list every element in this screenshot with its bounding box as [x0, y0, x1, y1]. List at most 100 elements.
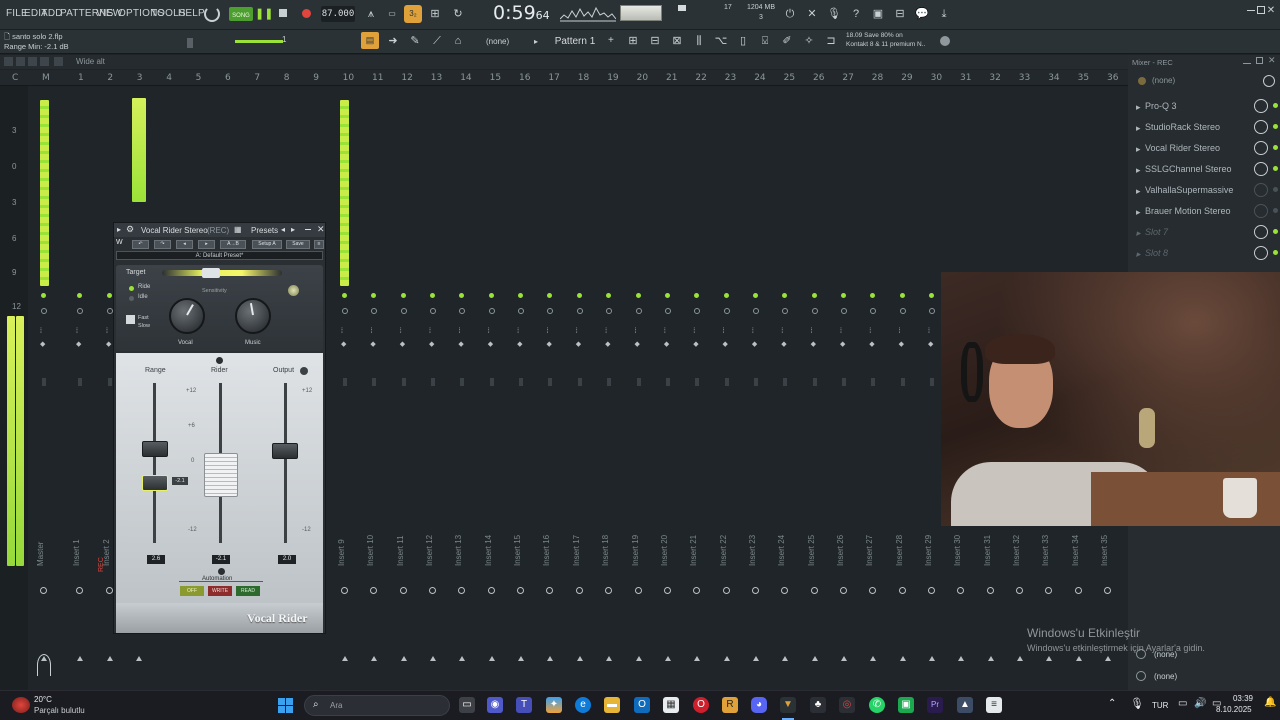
effect-slot-2[interactable]: ▸ StudioRack Stereo [1134, 119, 1278, 139]
plugin-minimize-icon[interactable] [305, 229, 311, 230]
insert-enable-led[interactable] [723, 293, 729, 298]
mixer-insert-strip[interactable]: ⁞ ◆ Insert 25 [801, 86, 829, 690]
fl-studio-icon[interactable]: ▼ [780, 697, 796, 713]
effect-slot-4-mix-knob[interactable] [1254, 162, 1268, 176]
templates-icon[interactable]: ⊟ [891, 5, 909, 23]
add-pattern-icon[interactable]: + [608, 35, 614, 46]
mixer-insert-strip[interactable]: ⁞ ◆ Insert 10 [360, 86, 388, 690]
effect-slot-3[interactable]: ▸ Vocal Rider Stereo [1134, 140, 1278, 160]
download-icon[interactable]: ⤓ [935, 5, 953, 23]
insert-enable-led[interactable] [840, 293, 846, 298]
insert-route-button[interactable] [986, 587, 994, 594]
insert-pan-knob[interactable] [694, 308, 701, 314]
fast-slow-switch[interactable] [126, 315, 135, 324]
effect-slot-8-mix-knob[interactable] [1254, 246, 1268, 260]
tempo-display[interactable]: 87.000 [321, 6, 355, 22]
insert-fader-cap[interactable] [372, 378, 377, 386]
rider-fader-cap[interactable] [204, 453, 238, 497]
vocal-sensitivity-knob[interactable] [169, 298, 205, 334]
insert-volume-icon[interactable]: ◆ [458, 340, 463, 348]
insert-route-button[interactable] [458, 587, 466, 594]
insert-fader-cap[interactable] [636, 378, 641, 386]
outlook-icon[interactable]: O [634, 697, 650, 713]
mixer-insert-strip[interactable]: ⁞ ◆ Insert 22 [713, 86, 741, 690]
insert-stereo-icon[interactable]: ⁞ [635, 328, 637, 335]
metronome-icon[interactable]: ⩚ [362, 5, 380, 23]
insert-fader-cap[interactable] [548, 378, 553, 386]
insert-send-arrow-icon[interactable] [664, 656, 671, 661]
output-value[interactable]: 2.0 [278, 555, 296, 564]
mixer-insert-strip[interactable]: ⁞ ◆ Insert 27 [859, 86, 887, 690]
insert-volume-icon[interactable]: ◆ [546, 340, 551, 348]
tray-mic-icon[interactable]: 🎙 [1130, 697, 1144, 710]
insert-route-button[interactable] [898, 587, 906, 594]
microphone-icon[interactable]: 🎙 [825, 5, 843, 23]
insert-send-arrow-icon[interactable] [77, 656, 83, 661]
insert-route-button[interactable] [605, 587, 613, 594]
chat-icon[interactable]: 💬 [913, 5, 931, 23]
insert-route-button[interactable] [693, 587, 701, 594]
insert-pan-knob[interactable] [811, 308, 818, 314]
insert-send-arrow-icon[interactable] [576, 656, 583, 661]
effect-slot-5-enable[interactable] [1273, 187, 1278, 192]
pause-icon[interactable]: ❚❚ [255, 5, 273, 23]
mixer-insert-strip[interactable]: ⁞ ◆ Insert 20 [654, 86, 682, 690]
insert-route-button[interactable] [928, 587, 935, 594]
insert-pan-knob[interactable] [635, 308, 642, 314]
rider-value[interactable]: -2.1 [212, 555, 230, 564]
insert-route-button[interactable] [40, 587, 47, 594]
insert-pan-knob[interactable] [518, 308, 525, 314]
insert-volume-icon[interactable]: ◆ [869, 340, 874, 348]
effect-slot-1-enable[interactable] [1273, 103, 1278, 108]
insert-send-arrow-icon[interactable] [107, 656, 113, 661]
effect-slot-7-mix-knob[interactable] [1254, 225, 1268, 239]
insert-volume-icon[interactable]: ◆ [106, 340, 111, 348]
insert-route-button[interactable] [575, 587, 583, 594]
insert-enable-led[interactable] [811, 293, 817, 298]
refresh-icon[interactable] [204, 6, 220, 22]
target-slider[interactable] [162, 270, 282, 276]
automation-read-button[interactable]: READ [236, 586, 260, 596]
copilot-icon[interactable]: ✦ [546, 697, 562, 713]
insert-route-button[interactable] [722, 587, 730, 594]
insert-enable-led[interactable] [899, 293, 905, 298]
insert-volume-icon[interactable]: ◆ [429, 340, 434, 348]
insert-send-arrow-icon[interactable] [987, 656, 994, 661]
mixer-insert-strip[interactable]: ⁞ ◆ Insert 1 [66, 86, 94, 690]
insert-send-arrow-icon[interactable] [1046, 656, 1053, 661]
insert-send-arrow-icon[interactable] [723, 656, 730, 661]
insert-route-button[interactable] [106, 587, 113, 594]
insert-pan-knob[interactable] [488, 308, 495, 314]
insert-stereo-icon[interactable]: ⁞ [811, 328, 813, 335]
effect-slot-5[interactable]: ▸ ValhallaSupermassive [1134, 182, 1278, 202]
routing-icon[interactable]: ⌥ [712, 32, 730, 50]
insert-volume-icon[interactable]: ◆ [664, 340, 669, 348]
effect-slot-3-enable[interactable] [1273, 145, 1278, 150]
range-min-fader-cap[interactable] [142, 475, 168, 491]
insert-fader-cap[interactable] [665, 378, 670, 386]
insert-enable-led[interactable] [342, 293, 347, 298]
insert-stereo-icon[interactable]: ⁞ [429, 328, 431, 335]
insert-stereo-icon[interactable]: ⁞ [40, 328, 42, 335]
insert-send-arrow-icon[interactable] [488, 656, 495, 661]
insert-send-arrow-icon[interactable] [870, 656, 877, 661]
insert-volume-icon[interactable]: ◆ [341, 340, 346, 348]
insert-send-arrow-icon[interactable] [342, 656, 348, 661]
menu-help[interactable]: HELP [178, 8, 205, 19]
insert-fader-cap[interactable] [489, 378, 494, 386]
mixer-insert-strip[interactable]: ⁞ ◆ Insert 12 [419, 86, 447, 690]
input-select[interactable]: (none) [1152, 76, 1175, 85]
channel-rack-icon[interactable]: ⊞ [624, 32, 642, 50]
insert-route-button[interactable] [399, 587, 407, 594]
insert-pan-knob[interactable] [342, 308, 348, 314]
preset-prev-icon[interactable]: ◂ [281, 225, 285, 234]
insert-send-arrow-icon[interactable] [1105, 656, 1112, 661]
insert-fader-cap[interactable] [431, 378, 436, 386]
network-icon[interactable]: ▭ [1178, 698, 1187, 709]
insert-stereo-icon[interactable]: ⁞ [840, 328, 842, 335]
panel-maximize-icon[interactable] [1256, 57, 1263, 64]
effect-slot-6-mix-knob[interactable] [1254, 204, 1268, 218]
insert-enable-led[interactable] [371, 293, 377, 298]
insert-route-button[interactable] [1104, 587, 1112, 594]
preset-prev-button[interactable]: ◂ [176, 240, 193, 249]
